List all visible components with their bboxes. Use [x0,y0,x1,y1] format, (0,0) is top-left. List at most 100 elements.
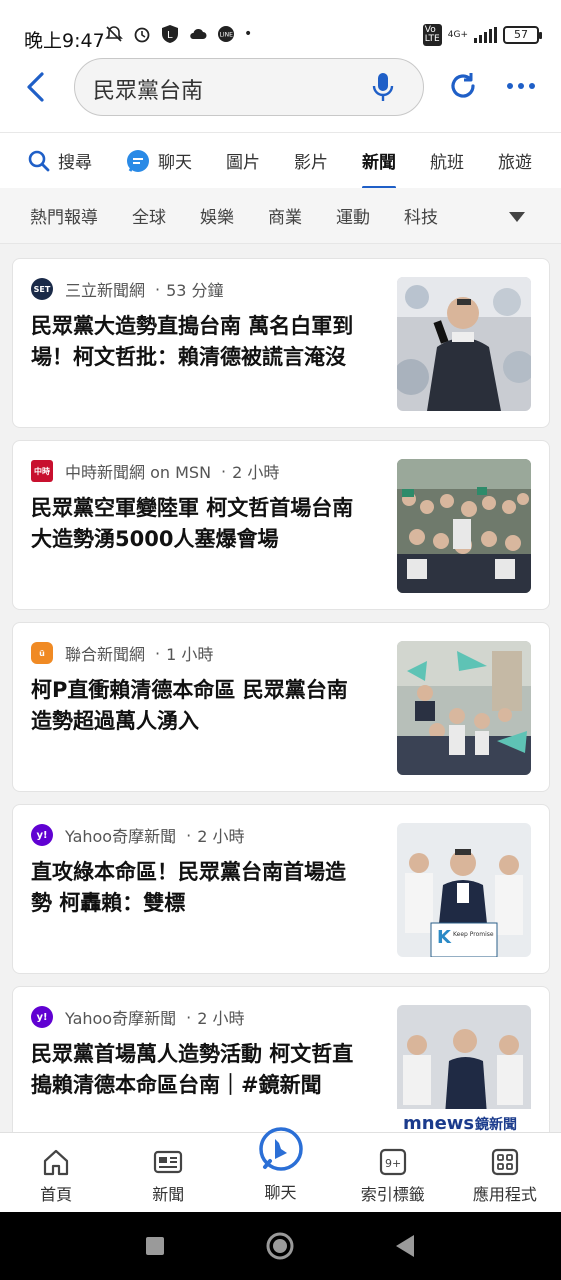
tab-label: 影片 [294,153,328,173]
source-logo-icon: ü [31,642,53,664]
article-title[interactable]: 柯P直衝賴清德本命區 民眾黨台南造勢超過萬人湧入 [31,675,366,737]
nav-label: 索引標籤 [360,1185,425,1204]
svg-text:K: K [437,927,452,948]
more-notifications-dot: • [244,26,253,42]
news-categories: 熱門報導 全球 娛樂 商業 運動 科技 [0,188,561,244]
tab-flights[interactable]: 航班 [430,133,464,188]
search-icon [28,150,50,171]
news-feed: SET 三立新聞網 · 53 分鐘 民眾黨大造勢直搗台南 萬名白軍到場！柯文哲批… [12,258,550,1168]
more-options-icon[interactable] [506,80,536,92]
tab-label: 新聞 [362,153,396,173]
separator-dot: · [186,825,192,845]
tab-search[interactable]: 搜尋 [28,133,92,188]
system-navigation-bar [0,1212,561,1280]
tab-images[interactable]: 圖片 [226,133,260,188]
chat-icon [127,149,149,172]
tabs-count-badge: 9+ [385,1157,401,1170]
source-name: 聯合新聞網 [65,645,146,664]
separator-dot: · [155,279,161,299]
signal-icon [474,27,497,43]
status-right: Vo LTE 4G+ 57 [422,24,542,46]
battery-icon: 57 [503,26,542,44]
microphone-icon[interactable] [371,71,395,103]
article-thumbnail[interactable] [397,277,531,411]
status-icons: L LINE • [104,24,252,44]
search-box[interactable]: 民眾黨台南 [74,58,424,116]
article-thumbnail[interactable] [397,459,531,593]
line-app-icon: LINE [218,26,234,42]
separator-dot: · [221,461,227,481]
home-icon [43,1149,69,1176]
tab-videos[interactable]: 影片 [294,133,328,188]
category-entertainment[interactable]: 娛樂 [200,203,234,228]
category-top-stories[interactable]: 熱門報導 [30,203,98,228]
status-time: 晚上9:47 [24,30,105,52]
home-button-icon[interactable] [266,1232,294,1260]
tab-label: 旅遊 [498,153,532,173]
bing-chat-icon [258,1127,303,1171]
svg-text:L: L [167,30,173,41]
source-name: Yahoo奇摩新聞 [65,827,177,846]
nav-apps[interactable]: 應用程式 [449,1133,561,1212]
volte-icon: Vo LTE [422,24,442,46]
article-time: 53 分鐘 [166,281,224,300]
source-name: 三立新聞網 [65,281,146,300]
article-title[interactable]: 民眾黨空軍變陸軍 柯文哲首場台南大造勢湧5000人塞爆會場 [31,493,366,555]
bottom-navigation: 首頁 新聞 聊天 9+ 索引標籤 應用程式 [0,1127,561,1212]
back-button-icon[interactable] [394,1234,416,1258]
article-title[interactable]: 民眾黨首場萬人造勢活動 柯文哲直搗賴清德本命區台南｜#鏡新聞 [31,1039,366,1101]
tab-label: 圖片 [226,153,260,173]
apps-icon [491,1148,519,1176]
news-card[interactable]: y! Yahoo奇摩新聞 · 2 小時 直攻綠本命區！民眾黨台南首場造勢 柯轟賴… [12,804,550,974]
article-thumbnail[interactable] [397,641,531,775]
article-title[interactable]: 直攻綠本命區！民眾黨台南首場造勢 柯轟賴：雙標 [31,857,366,919]
article-title[interactable]: 民眾黨大造勢直搗台南 萬名白軍到場！柯文哲批：賴清德被謊言淹沒 [31,311,366,373]
nav-label: 首頁 [40,1185,73,1204]
tab-label: 搜尋 [58,153,92,173]
tabs-icon: 9+ [379,1148,406,1176]
refresh-icon[interactable] [447,70,479,102]
news-card[interactable]: SET 三立新聞網 · 53 分鐘 民眾黨大造勢直搗台南 萬名白軍到場！柯文哲批… [12,258,550,428]
article-source: ü 聯合新聞網 · 1 小時 [31,641,213,665]
article-thumbnail[interactable]: K Keep Promise [397,823,531,957]
article-time: 2 小時 [197,827,245,846]
article-time: 2 小時 [232,463,280,482]
recent-apps-icon[interactable] [145,1236,165,1256]
thumb-caption-keep-promise: Keep Promise [453,931,494,938]
tab-travel[interactable]: 旅遊 [498,133,532,188]
category-tech[interactable]: 科技 [404,203,438,228]
status-bar: 晚上9:47 L LINE • Vo LTE 4G+ 57 [0,0,561,62]
alarm-icon [134,27,150,43]
l-shield-icon: L [162,25,178,43]
source-logo-icon: SET [31,278,53,300]
source-name: Yahoo奇摩新聞 [65,1009,177,1028]
cloud-icon [190,28,207,39]
separator-dot: · [155,643,161,663]
nav-tabs[interactable]: 9+ 索引標籤 [337,1133,449,1212]
do-not-disturb-icon [105,26,123,42]
tab-chat[interactable]: 聊天 [126,133,192,188]
nav-chat[interactable]: 聊天 [224,1127,336,1212]
separator-dot: · [186,1007,192,1027]
source-logo-icon: y! [31,824,53,846]
tab-news[interactable]: 新聞 [362,133,396,188]
article-thumbnail[interactable]: mnews 鏡新聞 [397,1005,531,1139]
article-source: SET 三立新聞網 · 53 分鐘 [31,277,224,301]
battery-level: 57 [514,28,528,41]
category-sports[interactable]: 運動 [336,203,370,228]
search-header: 民眾黨台南 [0,58,561,132]
network-type: 4G+ [447,29,468,40]
expand-categories-icon[interactable] [509,212,525,222]
article-source: y! Yahoo奇摩新聞 · 2 小時 [31,1005,244,1029]
news-card[interactable]: 中時 中時新聞網 on MSN · 2 小時 民眾黨空軍變陸軍 柯文哲首場台南大… [12,440,550,610]
category-business[interactable]: 商業 [268,203,302,228]
nav-label: 聊天 [264,1183,297,1202]
nav-home[interactable]: 首頁 [0,1133,112,1212]
search-input[interactable]: 民眾黨台南 [93,73,203,105]
news-card[interactable]: ü 聯合新聞網 · 1 小時 柯P直衝賴清德本命區 民眾黨台南造勢超過萬人湧入 [12,622,550,792]
article-time: 1 小時 [166,645,214,664]
nav-news[interactable]: 新聞 [112,1133,224,1212]
news-icon [154,1150,183,1174]
back-arrow-icon[interactable] [22,70,52,104]
category-world[interactable]: 全球 [132,203,166,228]
